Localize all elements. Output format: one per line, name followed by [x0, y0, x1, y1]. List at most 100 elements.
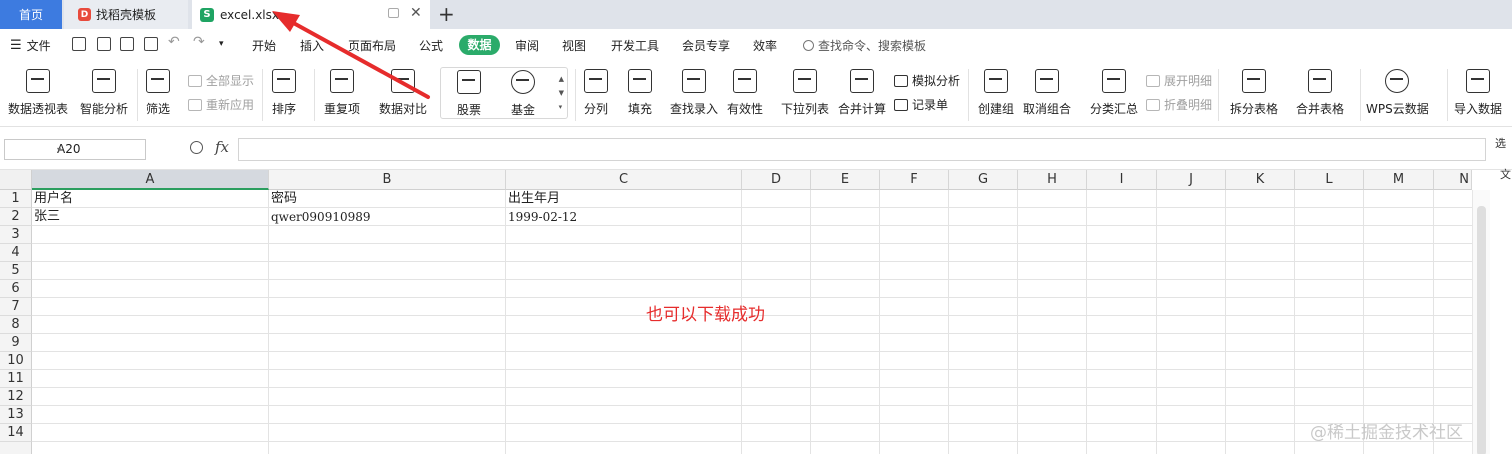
- plus-icon[interactable]: +: [438, 2, 455, 26]
- menu-efficiency[interactable]: 效率: [753, 37, 777, 54]
- row-header-4[interactable]: 4: [0, 244, 32, 262]
- ungroup-button[interactable]: 取消组合: [1023, 69, 1071, 117]
- column-header-f[interactable]: F: [880, 170, 949, 190]
- menu-formula[interactable]: 公式: [419, 37, 443, 54]
- filter-button[interactable]: 筛选: [146, 69, 170, 117]
- chevron-down-icon[interactable]: ▾: [57, 140, 141, 159]
- column-header-l[interactable]: L: [1295, 170, 1364, 190]
- column-header-e[interactable]: E: [811, 170, 880, 190]
- funds-button[interactable]: 基金: [511, 70, 535, 118]
- save-icon[interactable]: [72, 37, 86, 51]
- row-header-2[interactable]: 2: [0, 208, 32, 226]
- menu-view[interactable]: 视图: [562, 37, 586, 54]
- cell-b1[interactable]: 密码: [269, 190, 505, 208]
- redo-icon[interactable]: ↷: [193, 34, 205, 50]
- import-data-button[interactable]: 导入数据: [1454, 69, 1502, 117]
- column-header-a[interactable]: A: [32, 170, 269, 190]
- collapse-detail-button[interactable]: 折叠明细: [1146, 96, 1212, 113]
- zoom-icon[interactable]: [190, 141, 203, 154]
- split-column-button[interactable]: 分列: [584, 69, 608, 117]
- split-table-button[interactable]: 拆分表格: [1230, 69, 1278, 117]
- menu-page-layout[interactable]: 页面布局: [348, 37, 396, 54]
- menu-insert[interactable]: 插入: [300, 37, 324, 54]
- column-header-i[interactable]: I: [1087, 170, 1157, 190]
- export-pdf-icon[interactable]: [97, 37, 111, 51]
- select-all-corner[interactable]: [0, 170, 32, 190]
- column-header-g[interactable]: G: [949, 170, 1018, 190]
- column-header-j[interactable]: J: [1157, 170, 1226, 190]
- row-header-12[interactable]: 12: [0, 388, 32, 406]
- smart-analysis-button[interactable]: 智能分析: [80, 69, 128, 117]
- simulate-analysis-button[interactable]: 模拟分析: [894, 72, 960, 89]
- duplicates-button[interactable]: 重复项: [324, 69, 360, 117]
- column-header-n[interactable]: N: [1434, 170, 1472, 190]
- record-form-button[interactable]: 记录单: [894, 96, 948, 113]
- expand-detail-button[interactable]: 展开明细: [1146, 72, 1212, 89]
- wps-cloud-data-button[interactable]: WPS云数据: [1366, 69, 1429, 117]
- undo-icon[interactable]: ↶: [168, 34, 180, 50]
- row-header-11[interactable]: 11: [0, 370, 32, 388]
- cell-a2[interactable]: 张三: [32, 208, 268, 226]
- tab-home[interactable]: 首页: [0, 0, 62, 29]
- command-search[interactable]: 查找命令、搜索模板: [803, 37, 926, 54]
- row-header-10[interactable]: 10: [0, 352, 32, 370]
- show-all-button[interactable]: 全部显示: [188, 72, 254, 89]
- gallery-scroll-icon[interactable]: ▲ ▼ ▾: [559, 72, 564, 114]
- function-icon[interactable]: fx: [215, 138, 229, 156]
- tab-excel-file[interactable]: S excel.xlsx ✕: [192, 0, 430, 29]
- menu-data[interactable]: 数据: [459, 35, 500, 55]
- customize-toolbar-icon[interactable]: ▾: [219, 39, 224, 49]
- row-header-3[interactable]: 3: [0, 226, 32, 244]
- compare-button[interactable]: 数据对比: [379, 69, 427, 117]
- tab-templates[interactable]: D 找稻壳模板: [64, 0, 188, 29]
- consolidate-button[interactable]: 合并计算: [838, 69, 886, 117]
- merge-table-button[interactable]: 合并表格: [1296, 69, 1344, 117]
- column-header-k[interactable]: K: [1226, 170, 1295, 190]
- column-header-d[interactable]: D: [742, 170, 811, 190]
- row-header-14[interactable]: 14: [0, 424, 32, 442]
- row-header-9[interactable]: 9: [0, 334, 32, 352]
- side-panel-label-text[interactable]: 文: [1500, 166, 1511, 182]
- menu-start[interactable]: 开始: [252, 37, 276, 54]
- menu-review[interactable]: 审阅: [515, 37, 539, 54]
- subtotal-button[interactable]: 分类汇总: [1090, 69, 1138, 117]
- window-icon[interactable]: [388, 8, 399, 18]
- pivot-table-button[interactable]: 数据透视表: [8, 69, 68, 117]
- column-header-c[interactable]: C: [506, 170, 742, 190]
- reapply-button[interactable]: 重新应用: [188, 96, 254, 113]
- fill-button[interactable]: 填充: [628, 69, 652, 117]
- column-header-b[interactable]: B: [269, 170, 506, 190]
- row-header-15[interactable]: [0, 442, 32, 454]
- print-preview-icon[interactable]: [144, 37, 158, 51]
- row-header-8[interactable]: 8: [0, 316, 32, 334]
- row-header-1[interactable]: 1: [0, 190, 32, 208]
- dropdown-list-button[interactable]: 下拉列表: [781, 69, 829, 117]
- menu-member[interactable]: 会员专享: [682, 37, 730, 54]
- row-header-13[interactable]: 13: [0, 406, 32, 424]
- column-header-h[interactable]: H: [1018, 170, 1087, 190]
- validity-button[interactable]: 有效性: [727, 69, 763, 117]
- close-icon[interactable]: ✕: [410, 5, 422, 21]
- menu-developer[interactable]: 开发工具: [611, 37, 659, 54]
- row-header-6[interactable]: 6: [0, 280, 32, 298]
- side-panel-label-select[interactable]: 选: [1495, 135, 1506, 151]
- print-icon[interactable]: [120, 37, 134, 51]
- cell-c2[interactable]: 1999-02-12: [506, 208, 741, 226]
- cell-b2[interactable]: qwer090910989: [269, 208, 505, 226]
- gridline: [32, 351, 1472, 352]
- create-group-button[interactable]: 创建组: [978, 69, 1014, 117]
- cell-a1[interactable]: 用户名: [32, 190, 268, 208]
- name-box[interactable]: A20 ▾: [4, 139, 146, 160]
- row-header-5[interactable]: 5: [0, 262, 32, 280]
- vertical-scrollbar[interactable]: [1472, 190, 1490, 454]
- row-header-7[interactable]: 7: [0, 298, 32, 316]
- cell-c1[interactable]: 出生年月: [506, 190, 741, 208]
- menu-file[interactable]: ☰ 文件: [10, 37, 51, 54]
- sort-button[interactable]: 排序: [272, 69, 296, 117]
- stocks-button[interactable]: 股票: [457, 70, 481, 118]
- formula-input[interactable]: [238, 138, 1486, 161]
- lookup-entry-icon: [682, 69, 706, 93]
- lookup-entry-button[interactable]: 查找录入: [670, 69, 718, 117]
- scrollbar-thumb[interactable]: [1477, 206, 1486, 454]
- column-header-m[interactable]: M: [1364, 170, 1434, 190]
